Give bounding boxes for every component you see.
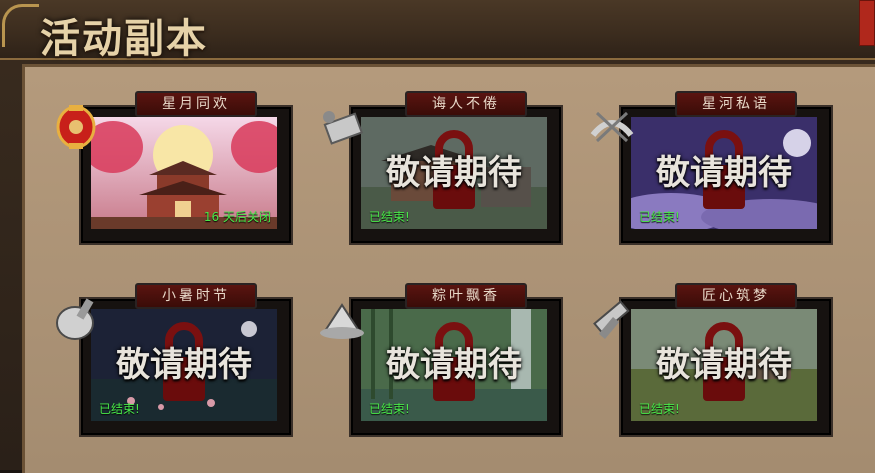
card-frame: 16 天后关闭 bbox=[79, 105, 293, 245]
card-status: 已结束! bbox=[99, 402, 140, 416]
card-frame: 敬请期待 已结束! bbox=[79, 297, 293, 437]
activity-card-2[interactable]: 敬请期待 已结束! 诲人不倦 bbox=[349, 91, 563, 245]
title-ornament-icon bbox=[2, 4, 39, 47]
scroll-icon bbox=[323, 111, 364, 145]
card-title: 小暑时节 bbox=[135, 283, 257, 309]
activity-dungeon-window: 活动副本 16 天后关闭 星月同欢 敬请期待 已结束! 诲人不倦 敬请期待 已结… bbox=[0, 0, 875, 473]
magpie-bridge-icon bbox=[590, 111, 634, 143]
coming-soon-text: 敬请期待 bbox=[656, 153, 792, 193]
card-title: 粽叶飘香 bbox=[405, 283, 527, 309]
card-frame: 敬请期待 已结束! bbox=[619, 105, 833, 245]
card-frame: 敬请期待 已结束! bbox=[349, 297, 563, 437]
activity-card-5[interactable]: 敬请期待 已结束! 粽叶飘香 bbox=[349, 283, 563, 437]
card-image-craftsman: 敬请期待 已结束! bbox=[631, 309, 817, 421]
bell-charm-icon bbox=[56, 298, 94, 340]
card-image-dragon-boat: 敬请期待 已结束! bbox=[361, 309, 547, 421]
hammer-icon bbox=[593, 300, 630, 339]
card-title: 星河私语 bbox=[675, 91, 797, 117]
card-status: 16 天后关闭 bbox=[203, 210, 271, 224]
window-title: 活动副本 bbox=[40, 16, 208, 62]
card-title: 诲人不倦 bbox=[405, 91, 527, 117]
card-image-teacher: 敬请期待 已结束! bbox=[361, 117, 547, 229]
activity-card-4[interactable]: 敬请期待 已结束! 小暑时节 bbox=[79, 283, 293, 437]
card-title: 匠心筑梦 bbox=[675, 283, 797, 309]
coming-soon-text: 敬请期待 bbox=[386, 345, 522, 385]
zongzi-icon bbox=[320, 303, 364, 339]
title-bar: 活动副本 bbox=[0, 0, 875, 62]
coming-soon-text: 敬请期待 bbox=[656, 345, 792, 385]
coming-soon-text: 敬请期待 bbox=[116, 345, 252, 385]
coming-soon-text: 敬请期待 bbox=[386, 153, 522, 193]
card-status: 已结束! bbox=[639, 210, 680, 224]
close-button[interactable] bbox=[859, 0, 875, 46]
card-frame: 敬请期待 已结束! bbox=[349, 105, 563, 245]
card-status: 已结束! bbox=[369, 402, 410, 416]
card-image-summer: 敬请期待 已结束! bbox=[91, 309, 277, 421]
lantern-icon bbox=[56, 105, 96, 149]
activity-card-1[interactable]: 16 天后关闭 星月同欢 bbox=[79, 91, 293, 245]
card-status: 已结束! bbox=[639, 402, 680, 416]
activity-card-3[interactable]: 敬请期待 已结束! 星河私语 bbox=[619, 91, 833, 245]
activity-card-6[interactable]: 敬请期待 已结束! 匠心筑梦 bbox=[619, 283, 833, 437]
card-frame: 敬请期待 已结束! bbox=[619, 297, 833, 437]
card-image-milky-way: 敬请期待 已结束! bbox=[631, 117, 817, 229]
card-status: 已结束! bbox=[369, 210, 410, 224]
card-title: 星月同欢 bbox=[135, 91, 257, 117]
activity-grid: 16 天后关闭 星月同欢 敬请期待 已结束! 诲人不倦 敬请期待 已结束! 星河… bbox=[22, 64, 875, 473]
card-image-mid-autumn: 16 天后关闭 bbox=[91, 117, 277, 229]
